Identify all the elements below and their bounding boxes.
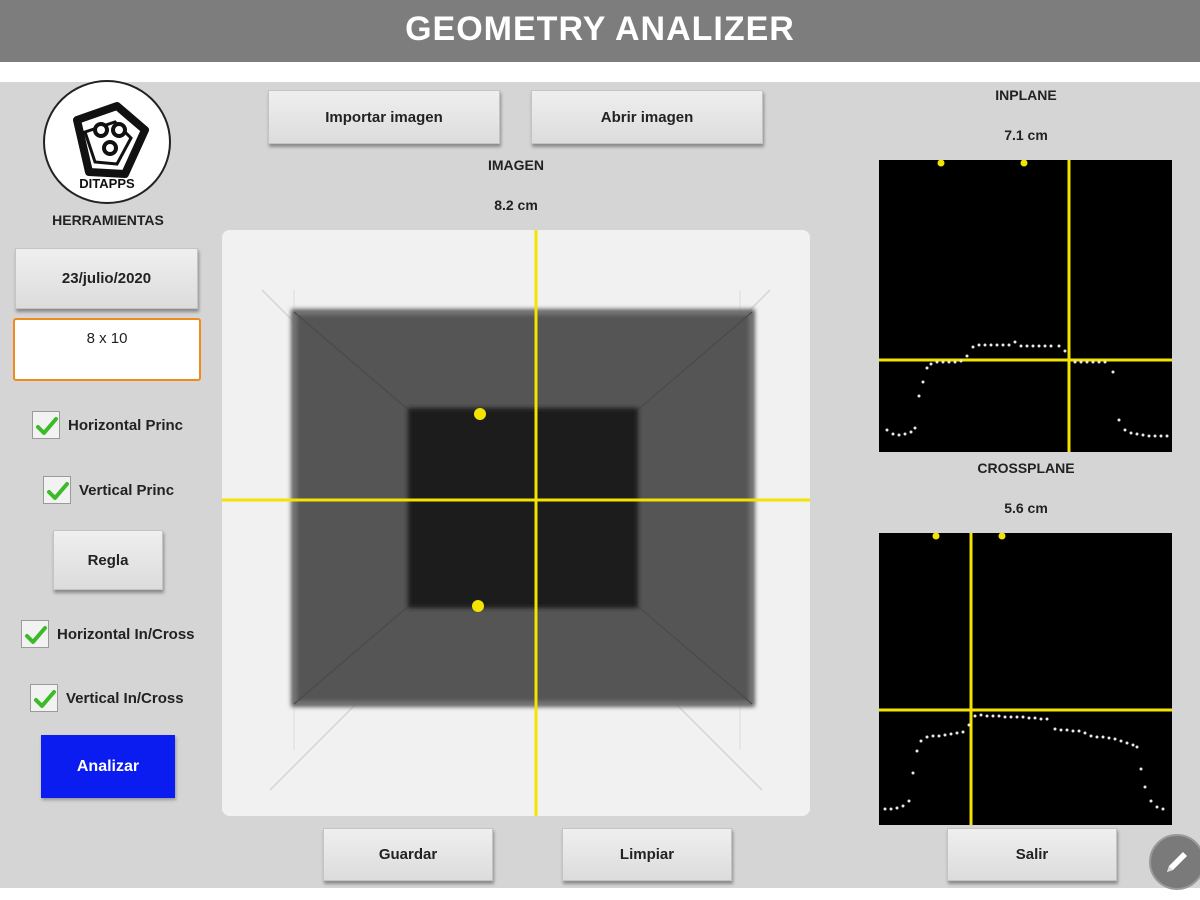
title-bar: GEOMETRY ANALIZER	[0, 0, 1200, 62]
exit-button[interactable]: Salir	[947, 828, 1117, 881]
analizar-button[interactable]: Analizar	[41, 735, 175, 798]
size-input[interactable]: 8 x 10	[13, 318, 201, 381]
checkbox-label: Vertical Princ	[79, 481, 175, 499]
import-image-button[interactable]: Importar imagen	[268, 90, 500, 144]
checkbox-horizontal-incross[interactable]: Horizontal In/Cross	[21, 620, 195, 648]
logo-text: DITAPPS	[79, 176, 135, 191]
checkbox-box[interactable]	[32, 411, 60, 439]
checkbox-horizontal-princ[interactable]: Horizontal Princ	[32, 411, 183, 439]
image-measure: 8.2 cm	[494, 197, 538, 213]
checkbox-box[interactable]	[30, 684, 58, 712]
tools-label: HERRAMIENTAS	[52, 212, 164, 228]
open-image-button[interactable]: Abrir imagen	[531, 90, 763, 144]
checkbox-label: Horizontal In/Cross	[57, 625, 195, 643]
inplane-measure: 7.1 cm	[1004, 127, 1048, 143]
inplane-label: INPLANE	[995, 87, 1057, 103]
image-label: IMAGEN	[488, 157, 544, 173]
checkmark-icon	[25, 626, 47, 644]
pencil-icon[interactable]	[1149, 834, 1200, 890]
inplane-profile-plot	[879, 160, 1172, 452]
checkmark-icon	[47, 482, 69, 500]
clear-button[interactable]: Limpiar	[562, 828, 732, 881]
ditapps-logo-icon: DITAPPS	[43, 80, 171, 204]
checkbox-box[interactable]	[43, 476, 71, 504]
xray-image[interactable]	[222, 230, 810, 816]
crossplane-measure: 5.6 cm	[1004, 500, 1048, 516]
date-button[interactable]: 23/julio/2020	[15, 248, 198, 309]
checkbox-box[interactable]	[21, 620, 49, 648]
checkbox-label: Vertical In/Cross	[66, 689, 184, 707]
checkmark-icon	[36, 417, 58, 435]
checkbox-label: Horizontal Princ	[68, 416, 184, 434]
checkmark-icon	[34, 690, 56, 708]
crossplane-profile-plot	[879, 533, 1172, 825]
save-button[interactable]: Guardar	[323, 828, 493, 881]
checkbox-vertical-princ[interactable]: Vertical Princ	[43, 476, 174, 504]
crossplane-label: CROSSPLANE	[977, 460, 1075, 476]
checkbox-vertical-incross[interactable]: Vertical In/Cross	[30, 684, 184, 712]
app-title: GEOMETRY ANALIZER	[405, 10, 795, 48]
regla-button[interactable]: Regla	[53, 530, 163, 590]
